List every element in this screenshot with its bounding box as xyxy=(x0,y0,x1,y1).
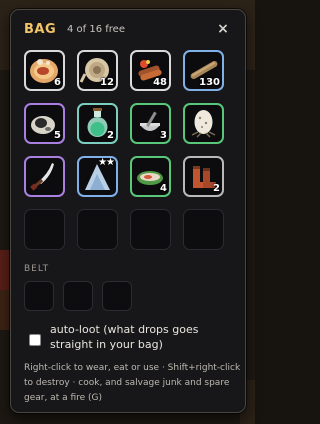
close-button[interactable]: × xyxy=(215,21,231,37)
bag-slot-1[interactable]: 6 xyxy=(24,50,65,91)
item-count: 6 xyxy=(54,77,61,88)
item-count: 2 xyxy=(107,130,114,141)
belt-label: BELT xyxy=(24,264,50,274)
bag-slot-empty[interactable] xyxy=(130,209,171,250)
bag-slot-6[interactable]: 2 xyxy=(77,103,118,144)
help-text: Right-click to wear, eat or use · Shift+… xyxy=(24,363,241,403)
bag-slot-2[interactable]: 12 xyxy=(77,50,118,91)
item-count: 48 xyxy=(153,77,167,88)
autoloot-checkbox[interactable] xyxy=(29,334,41,346)
bag-slot-10[interactable]: ★★ xyxy=(77,156,118,197)
autoloot-label[interactable]: auto-loot (what drops goes straight in y… xyxy=(50,322,240,352)
bag-slot-empty[interactable] xyxy=(24,209,65,250)
belt-slot-3[interactable] xyxy=(102,281,132,311)
bag-slot-8[interactable] xyxy=(183,103,224,144)
item-count: 3 xyxy=(160,130,167,141)
item-count: 2 xyxy=(213,183,220,194)
belt-slot-2[interactable] xyxy=(63,281,93,311)
bag-slot-7[interactable]: 3 xyxy=(130,103,171,144)
item-count: 130 xyxy=(199,77,220,88)
item-count: 5 xyxy=(54,130,61,141)
belt-slot-1[interactable] xyxy=(24,281,54,311)
bag-slot-11[interactable]: 4 xyxy=(130,156,171,197)
bag-slot-9[interactable] xyxy=(24,156,65,197)
quality-stars: ★★ xyxy=(98,157,115,168)
bag-title: BAG xyxy=(24,22,57,37)
bag-slot-empty[interactable] xyxy=(77,209,118,250)
speckled-egg-icon xyxy=(191,110,216,138)
bag-slot-empty[interactable] xyxy=(183,209,224,250)
item-count: 4 xyxy=(160,183,167,194)
bag-slot-4[interactable]: 130 xyxy=(183,50,224,91)
bag-capacity: 4 of 16 free xyxy=(67,24,125,35)
curved-dagger-icon xyxy=(30,163,54,191)
item-count: 12 xyxy=(100,77,114,88)
bag-panel: BAG 4 of 16 free × 6 12 48 130 5 2 3 ★★ … xyxy=(10,9,246,413)
bag-slot-5[interactable]: 5 xyxy=(24,103,65,144)
bag-slot-12[interactable]: 2 xyxy=(183,156,224,197)
bag-slot-3[interactable]: 48 xyxy=(130,50,171,91)
